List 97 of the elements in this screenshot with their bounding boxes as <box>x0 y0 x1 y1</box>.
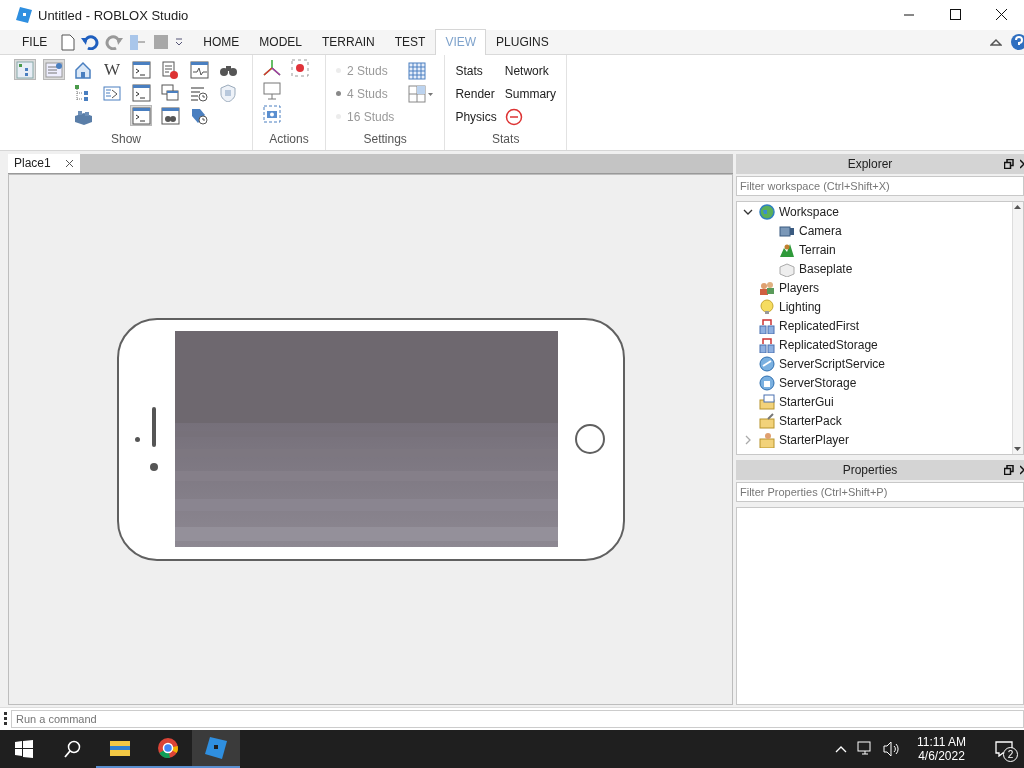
expanded-chevron-icon[interactable] <box>743 208 753 216</box>
camera-icon <box>779 223 795 240</box>
minus-circle-icon[interactable] <box>504 107 523 126</box>
tree-item[interactable]: StarterGui <box>779 395 834 410</box>
chevron-up-icon[interactable] <box>835 745 848 753</box>
window-binoculars-icon[interactable] <box>160 106 180 125</box>
ribbon-tab[interactable]: HOME <box>193 29 250 54</box>
tree-item[interactable]: Lighting <box>779 300 822 315</box>
stats-button[interactable]: Summary <box>504 86 557 101</box>
collapse-ribbon-icon[interactable] <box>990 37 1002 47</box>
screenshot-icon[interactable] <box>263 105 281 123</box>
brick-icon <box>779 261 795 278</box>
stacked-windows-icon[interactable] <box>160 83 180 102</box>
terminal-window-icon[interactable] <box>131 106 151 125</box>
axes-icon[interactable] <box>263 59 281 77</box>
browser-icon <box>157 737 179 759</box>
filter-field[interactable]: Filter workspace (Ctrl+Shift+X) <box>736 175 1024 196</box>
ribbon-tab[interactable]: TERRAIN <box>312 29 385 54</box>
studio-app-icon <box>205 737 227 759</box>
stats-button[interactable]: Stats <box>455 63 497 78</box>
tree-item[interactable]: Camera <box>799 224 842 239</box>
speaker-slot <box>152 407 156 448</box>
help-icon[interactable] <box>1010 33 1024 51</box>
redo-icon[interactable] <box>105 34 124 50</box>
globe-icon <box>759 204 775 221</box>
group-label: Stats <box>491 131 521 148</box>
tree-item[interactable]: StarterPlayer <box>779 433 850 448</box>
people-icon <box>759 280 775 297</box>
panel-title: Explorer <box>846 156 894 171</box>
start-icon[interactable] <box>15 740 33 758</box>
window-title: Untitled - ROBLOX Studio <box>38 7 190 23</box>
tree-panel-icon[interactable] <box>15 60 35 79</box>
camera-dot <box>135 436 140 442</box>
stats-button[interactable]: Network <box>504 63 557 78</box>
document-tab[interactable]: Place1 <box>8 153 80 173</box>
ribbon-tab[interactable]: PLUGINS <box>486 29 559 54</box>
folder-window-icon <box>759 394 775 411</box>
tree-item[interactable]: Terrain <box>799 243 836 258</box>
clock-date[interactable]: 4/6/2022 <box>918 749 965 763</box>
search-icon[interactable] <box>63 740 81 758</box>
notifications-icon[interactable] <box>995 741 1013 757</box>
terminal-window-icon[interactable] <box>131 60 151 79</box>
tree-item[interactable]: Players <box>779 281 819 296</box>
tree-item[interactable]: ServerStorage <box>779 376 857 391</box>
group-label: Show <box>110 131 142 148</box>
pulse-window-icon[interactable] <box>189 60 209 79</box>
studio-logo-icon <box>16 7 32 23</box>
screen-icon[interactable] <box>263 82 281 100</box>
tree-item[interactable]: ReplicatedFirst <box>779 319 860 334</box>
undock-icon[interactable] <box>1004 158 1014 169</box>
folder-person-icon <box>759 432 775 449</box>
script-stop-icon[interactable] <box>160 60 180 79</box>
new-file-icon[interactable] <box>61 33 76 51</box>
tree-item[interactable]: Workspace <box>779 205 839 220</box>
terminal-window-icon[interactable] <box>131 83 151 102</box>
customize-caret-icon[interactable] <box>175 38 184 46</box>
sensor-dot <box>150 463 158 472</box>
tab-label: Place1 <box>14 156 51 171</box>
clock-time[interactable]: 11:11 AM <box>917 735 966 749</box>
group-label: Actions <box>268 131 310 148</box>
scroll-down-icon[interactable] <box>1013 444 1022 454</box>
script-play-icon[interactable] <box>102 83 122 102</box>
tree-item[interactable]: Baseplate <box>799 262 853 277</box>
stats-button[interactable]: Physics <box>455 109 497 124</box>
filter-field[interactable]: Filter Properties (Ctrl+Shift+P) <box>736 481 1024 502</box>
file-menu[interactable]: FILE <box>0 30 62 54</box>
volume-icon[interactable] <box>883 741 900 757</box>
ribbon-tab[interactable]: TEST <box>384 29 436 54</box>
tree-item[interactable]: ReplicatedStorage <box>779 338 878 353</box>
undo-icon[interactable] <box>81 34 100 50</box>
tag-clock-icon[interactable] <box>189 106 209 125</box>
undock-icon[interactable] <box>1004 464 1014 475</box>
notification-count: 2 <box>1003 747 1018 762</box>
grid-icon[interactable] <box>408 61 427 80</box>
stats-button[interactable]: Render <box>455 86 497 101</box>
server-script-icon <box>759 356 775 373</box>
grip-icon <box>4 712 7 727</box>
server-storage-icon <box>759 375 775 392</box>
wiki-button[interactable]: W <box>103 59 120 80</box>
network-icon[interactable] <box>857 741 874 757</box>
light-bulb-icon <box>759 299 775 316</box>
grid-dropdown-icon[interactable] <box>408 84 435 103</box>
panel-title: Properties <box>841 462 899 477</box>
list-panel-icon[interactable] <box>44 60 64 79</box>
record-icon[interactable] <box>291 59 309 77</box>
terrain-icon <box>779 242 795 259</box>
replication-icon <box>759 337 775 354</box>
replication-icon <box>759 318 775 335</box>
tree-item[interactable]: StarterPack <box>779 414 842 429</box>
folder-tool-icon <box>759 413 775 430</box>
ribbon-tab[interactable]: MODEL <box>249 29 313 54</box>
house-icon[interactable] <box>73 60 93 79</box>
tree-item[interactable]: ServerScriptService <box>779 357 886 372</box>
group-label: Settings <box>362 131 408 148</box>
command-field[interactable]: Run a command <box>11 710 1024 729</box>
radio-dot[interactable] <box>336 91 341 96</box>
scrollbar[interactable] <box>1012 201 1023 454</box>
